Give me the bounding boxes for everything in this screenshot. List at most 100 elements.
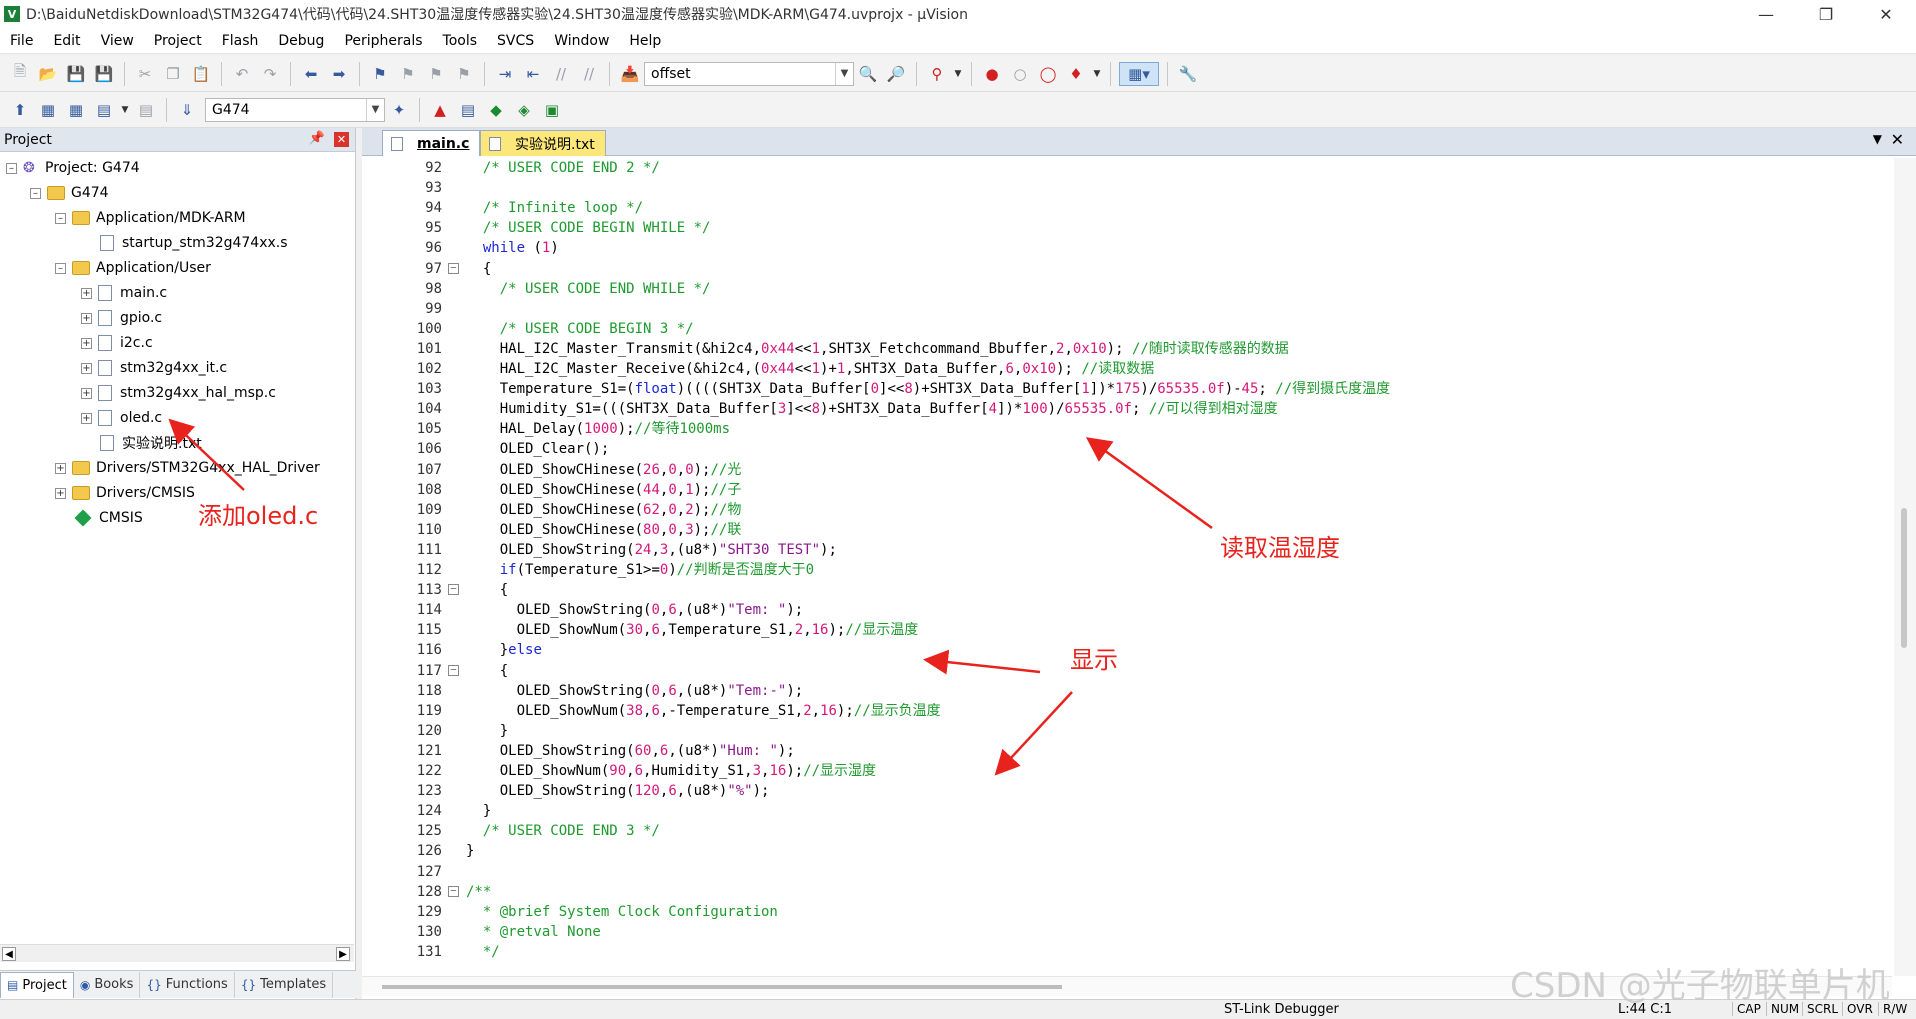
tree-node-group[interactable]: – Application/MDK-ARM bbox=[55, 206, 246, 230]
tab-books[interactable]: ◉ Books bbox=[74, 971, 141, 998]
tree-node-target[interactable]: – G474 bbox=[30, 181, 109, 205]
tree-node-group[interactable]: – Application/User bbox=[55, 256, 211, 280]
restore-icon[interactable]: ❐ bbox=[1796, 0, 1856, 28]
code-line[interactable]: 128–/** bbox=[362, 882, 1892, 902]
nav-forward-icon[interactable]: ➡ bbox=[327, 62, 351, 86]
code-line[interactable]: 101 HAL_I2C_Master_Transmit(&hi2c4,0x44<… bbox=[362, 339, 1892, 359]
tab-project[interactable]: ▤ Project bbox=[0, 971, 74, 998]
tree-node-component[interactable]: CMSIS bbox=[74, 506, 143, 530]
tab-main-c[interactable]: main.c bbox=[382, 130, 481, 156]
tab-functions[interactable]: {} Functions bbox=[140, 971, 235, 998]
menu-view[interactable]: View bbox=[91, 33, 144, 49]
kill-breakpoints-icon[interactable]: ◯ bbox=[1036, 62, 1060, 86]
find-in-files-icon[interactable]: 📥 bbox=[618, 62, 642, 86]
code-line[interactable]: 104 Humidity_S1=(((SHT3X_Data_Buffer[3]<… bbox=[362, 399, 1892, 419]
code-line[interactable]: 95 /* USER CODE BEGIN WHILE */ bbox=[362, 218, 1892, 238]
expand-icon[interactable]: + bbox=[81, 412, 92, 424]
code-line[interactable]: 124 } bbox=[362, 801, 1892, 821]
scroll-left-icon[interactable]: ◀ bbox=[2, 947, 16, 961]
target-options-icon[interactable]: ✦ bbox=[387, 98, 411, 122]
menu-project[interactable]: Project bbox=[144, 33, 212, 49]
expand-icon[interactable]: + bbox=[81, 337, 92, 349]
chevron-down-icon[interactable]: ▼ bbox=[120, 98, 130, 122]
menu-edit[interactable]: Edit bbox=[43, 33, 90, 49]
find-combo[interactable]: offset ▼ bbox=[644, 61, 854, 86]
menu-file[interactable]: File bbox=[0, 33, 43, 49]
menu-svcs[interactable]: SVCS bbox=[487, 33, 544, 49]
wrench-icon[interactable]: 🔧 bbox=[1176, 62, 1200, 86]
tree-node-file[interactable]: 实验说明.txt bbox=[100, 431, 202, 455]
find-icon[interactable]: 🔍 bbox=[856, 62, 880, 86]
tree-node-file[interactable]: + gpio.c bbox=[81, 306, 162, 330]
cut-icon[interactable]: ✂ bbox=[133, 62, 157, 86]
tree-node-file[interactable]: + stm32g4xx_hal_msp.c bbox=[81, 381, 276, 405]
expand-icon[interactable]: + bbox=[81, 287, 92, 299]
expand-icon[interactable]: + bbox=[81, 362, 92, 374]
paste-icon[interactable]: 📋 bbox=[189, 62, 213, 86]
code-line[interactable]: 100 /* USER CODE BEGIN 3 */ bbox=[362, 319, 1892, 339]
code-line[interactable]: 97– { bbox=[362, 259, 1892, 279]
debug-session-icon[interactable]: ⚲ bbox=[925, 62, 949, 86]
code-line[interactable]: 123 OLED_ShowString(120,6,(u8*)"%"); bbox=[362, 781, 1892, 801]
code-line[interactable]: 127 bbox=[362, 862, 1892, 882]
open-folder-icon[interactable]: 📂 bbox=[36, 62, 60, 86]
file-extensions-icon[interactable]: ▤ bbox=[456, 98, 480, 122]
tree-node-file[interactable]: + oled.c bbox=[81, 406, 162, 430]
code-line[interactable]: 125 /* USER CODE END 3 */ bbox=[362, 821, 1892, 841]
breakpoint-icon[interactable]: ● bbox=[980, 62, 1004, 86]
tab-list-icon[interactable]: ▼ bbox=[1873, 132, 1882, 146]
stop-build-icon[interactable]: ▤ bbox=[134, 98, 158, 122]
code-line[interactable]: 98 /* USER CODE END WHILE */ bbox=[362, 279, 1892, 299]
redo-icon[interactable]: ↷ bbox=[258, 62, 282, 86]
disable-breakpoint-icon[interactable]: ○ bbox=[1008, 62, 1032, 86]
code-line[interactable]: 93 bbox=[362, 178, 1892, 198]
tree-node-file[interactable]: startup_stm32g474xx.s bbox=[100, 231, 288, 255]
indent-icon[interactable]: ⇥ bbox=[493, 62, 517, 86]
code-line[interactable]: 118 OLED_ShowString(0,6,(u8*)"Tem:-"); bbox=[362, 681, 1892, 701]
uncomment-icon[interactable]: // bbox=[577, 62, 601, 86]
tab-templates[interactable]: {} Templates bbox=[235, 971, 334, 998]
code-line[interactable]: 116 }else bbox=[362, 640, 1892, 660]
tree-node-file[interactable]: + main.c bbox=[81, 281, 167, 305]
code-line[interactable]: 114 OLED_ShowString(0,6,(u8*)"Tem: "); bbox=[362, 600, 1892, 620]
code-line[interactable]: 115 OLED_ShowNum(30,6,Temperature_S1,2,1… bbox=[362, 620, 1892, 640]
run-environment-icon[interactable]: ▣ bbox=[540, 98, 564, 122]
tab-readme-txt[interactable]: 实验说明.txt bbox=[480, 130, 606, 156]
code-line[interactable]: 96 while (1) bbox=[362, 238, 1892, 258]
code-line[interactable]: 121 OLED_ShowString(60,6,(u8*)"Hum: "); bbox=[362, 741, 1892, 761]
code-area[interactable]: 92 /* USER CODE END 2 */93 94 /* Infinite… bbox=[362, 158, 1892, 976]
close-panel-icon[interactable]: ✕ bbox=[334, 132, 349, 147]
nav-back-icon[interactable]: ⬅ bbox=[299, 62, 323, 86]
chevron-down-icon[interactable]: ▼ bbox=[1092, 62, 1102, 86]
save-all-icon[interactable]: 💾 bbox=[92, 62, 116, 86]
window-layout-icon[interactable]: ▦▾ bbox=[1119, 61, 1159, 86]
unindent-icon[interactable]: ⇤ bbox=[521, 62, 545, 86]
expand-icon[interactable]: + bbox=[81, 387, 92, 399]
manage-components-icon[interactable]: ▲ bbox=[428, 98, 452, 122]
chevron-down-icon[interactable]: ▼ bbox=[366, 98, 384, 121]
undo-icon[interactable]: ↶ bbox=[230, 62, 254, 86]
menu-help[interactable]: Help bbox=[619, 33, 671, 49]
prev-bookmark-icon[interactable]: ⚑ bbox=[396, 62, 420, 86]
tree-node-file[interactable]: + i2c.c bbox=[81, 331, 153, 355]
fold-collapse-icon[interactable]: – bbox=[448, 664, 459, 676]
tree-node-project[interactable]: – ❂ Project: G474 bbox=[6, 156, 140, 180]
target-combo[interactable]: G474 ▼ bbox=[205, 97, 385, 122]
code-line[interactable]: 126} bbox=[362, 841, 1892, 861]
expand-icon[interactable]: + bbox=[55, 462, 66, 474]
minimize-icon[interactable]: — bbox=[1736, 0, 1796, 28]
menu-debug[interactable]: Debug bbox=[268, 33, 334, 49]
download-icon[interactable]: ⇓ bbox=[175, 98, 199, 122]
next-bookmark-icon[interactable]: ⚑ bbox=[424, 62, 448, 86]
comment-icon[interactable]: // bbox=[549, 62, 573, 86]
collapse-icon[interactable]: – bbox=[55, 212, 66, 224]
copy-icon[interactable]: ❐ bbox=[161, 62, 185, 86]
rebuild-icon[interactable]: ▦ bbox=[64, 98, 88, 122]
collapse-icon[interactable]: – bbox=[55, 262, 66, 274]
menu-window[interactable]: Window bbox=[544, 33, 619, 49]
tree-node-group[interactable]: + Drivers/STM32G4xx_HAL_Driver bbox=[55, 456, 320, 480]
code-line[interactable]: 119 OLED_ShowNum(38,6,-Temperature_S1,2,… bbox=[362, 701, 1892, 721]
code-line[interactable]: 113– { bbox=[362, 580, 1892, 600]
code-line[interactable]: 110 OLED_ShowCHinese(80,0,3);//联 bbox=[362, 520, 1892, 540]
code-line[interactable]: 117– { bbox=[362, 661, 1892, 681]
